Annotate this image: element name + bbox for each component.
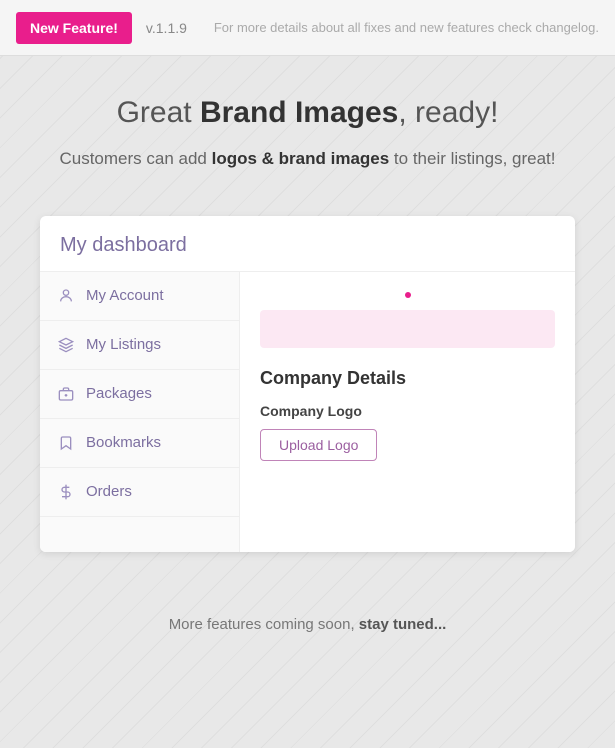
sidebar-item-label-orders: Orders xyxy=(86,483,132,500)
layers-icon xyxy=(56,335,76,355)
sidebar-item-bookmarks[interactable]: Bookmarks xyxy=(40,419,239,468)
company-logo-label: Company Logo xyxy=(260,403,555,419)
footer: More features coming soon, stay tuned... xyxy=(0,576,615,663)
sidebar-item-label-packages: Packages xyxy=(86,385,152,402)
bookmark-icon xyxy=(56,433,76,453)
dot-indicator xyxy=(405,292,411,298)
sidebar-item-my-listings[interactable]: My Listings xyxy=(40,321,239,370)
sidebar-item-orders[interactable]: Orders xyxy=(40,468,239,517)
hero-title: Great Brand Images, ready! xyxy=(40,96,575,130)
sidebar-item-label-my-account: My Account xyxy=(86,287,164,304)
dollar-icon xyxy=(56,482,76,502)
dashboard-card: My dashboard My Account xyxy=(40,216,575,552)
main-content-area: Company Details Company Logo Upload Logo xyxy=(240,272,575,552)
dashboard-title: My dashboard xyxy=(40,216,575,272)
person-icon xyxy=(56,286,76,306)
upload-logo-button[interactable]: Upload Logo xyxy=(260,429,377,461)
sidebar-item-packages[interactable]: Packages xyxy=(40,370,239,419)
footer-text: More features coming soon, stay tuned... xyxy=(20,616,595,633)
header: New Feature! v.1.1.9 For more details ab… xyxy=(0,0,615,56)
company-section: Company Details Company Logo Upload Logo xyxy=(260,368,555,461)
hero-section: Great Brand Images, ready! Customers can… xyxy=(0,56,615,192)
sidebar-item-label-bookmarks: Bookmarks xyxy=(86,434,161,451)
content-input-placeholder[interactable] xyxy=(260,310,555,348)
content-top-bar xyxy=(260,292,555,298)
changelog-text: For more details about all fixes and new… xyxy=(214,20,599,35)
packages-icon xyxy=(56,384,76,404)
version-label: v.1.1.9 xyxy=(146,20,187,36)
hero-subtitle: Customers can add logos & brand images t… xyxy=(40,146,575,172)
sidebar-nav: My Account My Listings xyxy=(40,272,240,552)
company-details-title: Company Details xyxy=(260,368,555,389)
new-feature-badge[interactable]: New Feature! xyxy=(16,12,132,44)
dashboard-body: My Account My Listings xyxy=(40,272,575,552)
sidebar-item-label-my-listings: My Listings xyxy=(86,336,161,353)
sidebar-item-my-account[interactable]: My Account xyxy=(40,272,239,321)
